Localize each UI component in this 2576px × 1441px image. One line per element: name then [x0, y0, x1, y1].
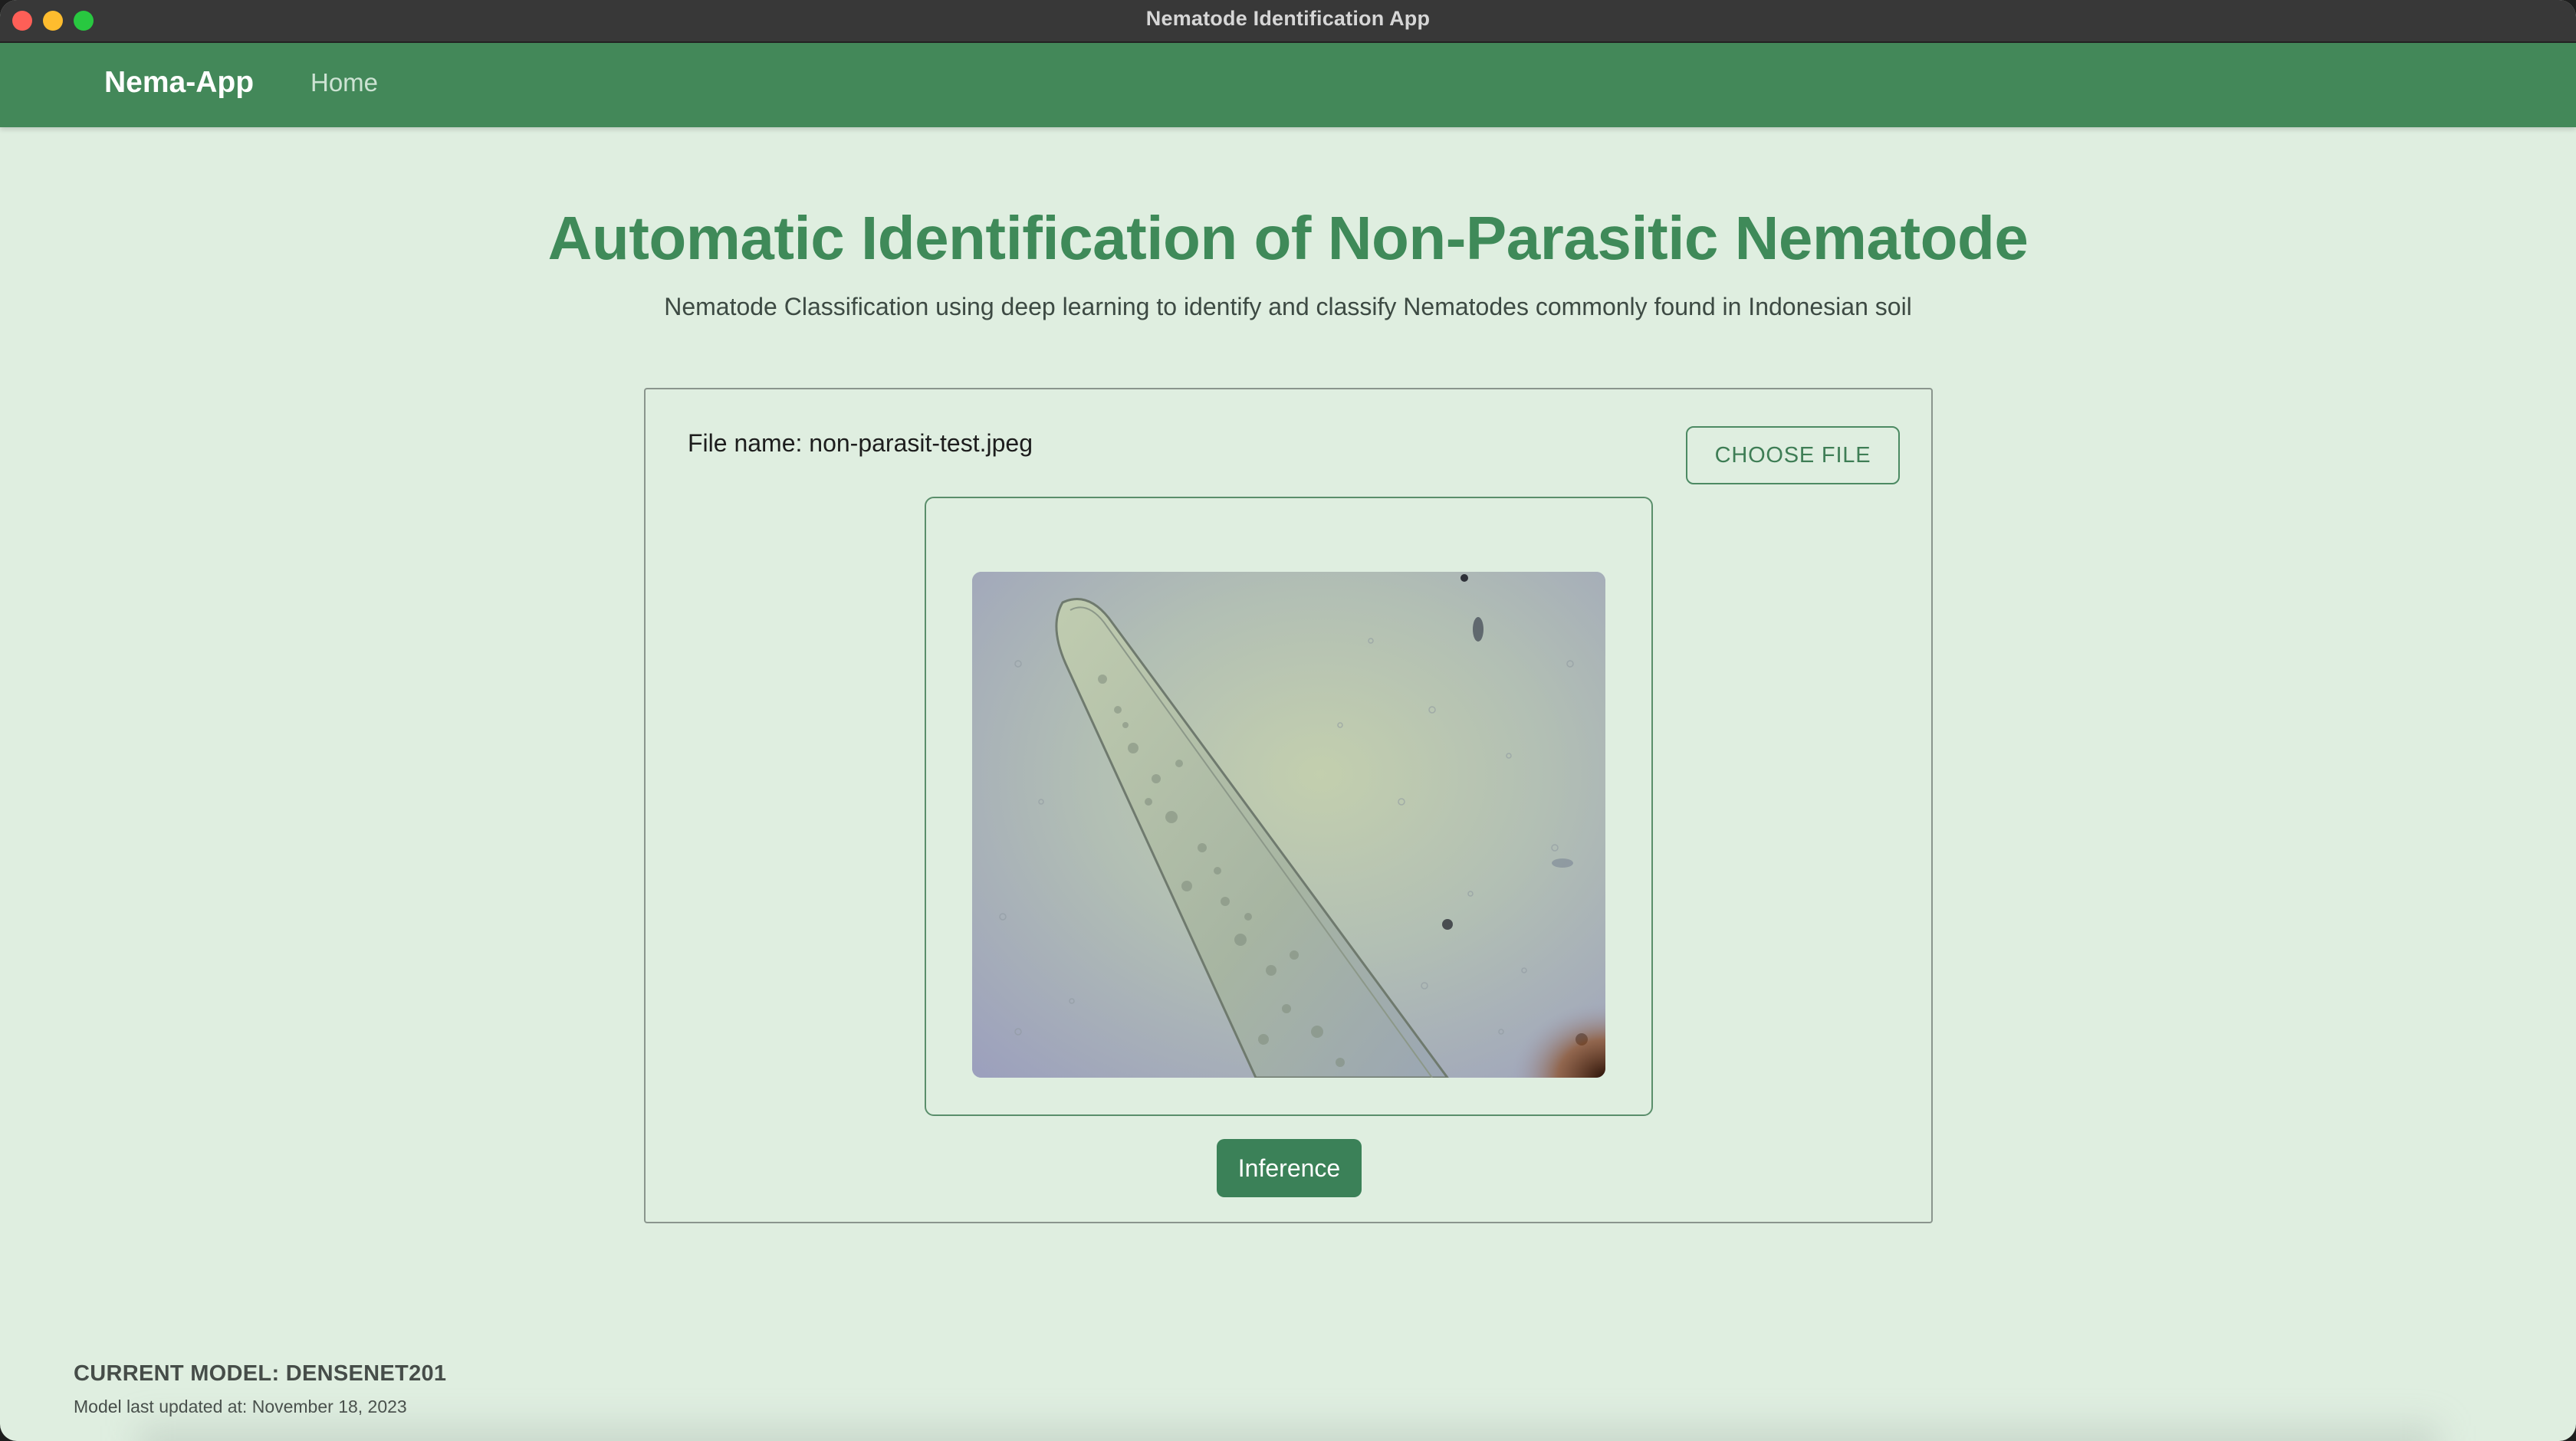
title-bar: Nematode Identification App — [0, 0, 2576, 43]
model-updated-label: Model last updated at: November 18, 2023 — [74, 1397, 407, 1416]
file-name-label: File name: non-parasit-test.jpeg — [688, 429, 1033, 457]
image-preview-frame — [925, 497, 1653, 1116]
app-window: Nematode Identification App Nema-App Hom… — [0, 0, 2576, 1441]
inference-button[interactable]: Inference — [1217, 1139, 1362, 1197]
choose-file-button[interactable]: CHOOSE FILE — [1686, 426, 1900, 484]
window-title: Nematode Identification App — [1145, 7, 1431, 30]
nav-home-link[interactable]: Home — [310, 68, 378, 97]
dock-shadow — [138, 1426, 2438, 1441]
page-subtitle: Nematode Classification using deep learn… — [664, 293, 1912, 320]
brand-link[interactable]: Nema-App — [104, 66, 254, 100]
page-title: Automatic Identification of Non-Parasiti… — [547, 204, 2029, 272]
nematode-preview-image — [972, 572, 1605, 1078]
upload-card: File name: non-parasit-test.jpeg CHOOSE … — [644, 388, 1933, 1223]
current-model-label: CURRENT MODEL: DENSENET201 — [74, 1361, 447, 1386]
navbar: Nema-App Home — [0, 43, 2576, 127]
